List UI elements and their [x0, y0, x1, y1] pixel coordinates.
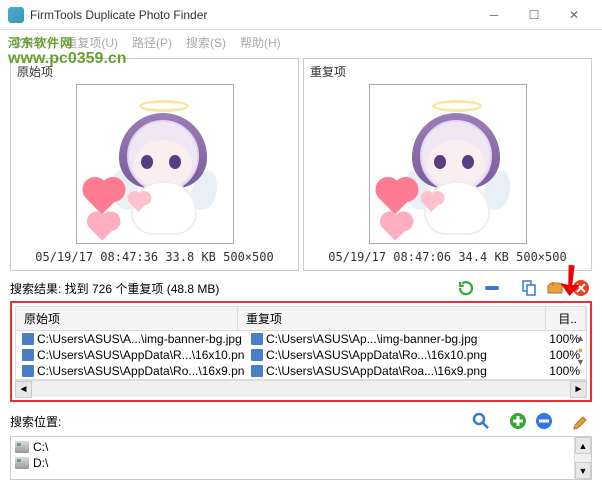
results-hscroll[interactable]: ◄ ►: [15, 380, 587, 397]
row-original: C:\Users\ASUS\A...\img-banner-bg.jpg: [37, 332, 245, 346]
duplicate-label: 重复项: [310, 63, 585, 80]
original-thumbnail[interactable]: [76, 84, 234, 244]
locations-vscroll[interactable]: ▲▼: [574, 437, 591, 479]
table-row[interactable]: C:\Users\ASUS\A...\img-banner-bg.jpgC:\U…: [16, 331, 586, 347]
file-icon: [251, 333, 263, 345]
drive-path: C:\: [33, 440, 48, 454]
search-button[interactable]: [470, 410, 492, 432]
maximize-button[interactable]: ☐: [514, 1, 554, 29]
duplicate-thumbnail[interactable]: [369, 84, 527, 244]
delete-button[interactable]: [570, 277, 592, 299]
file-icon: [22, 349, 34, 361]
window-title: FirmTools Duplicate Photo Finder: [30, 8, 474, 22]
row-duplicate: C:\Users\ASUS\Ap...\img-banner-bg.jpg: [245, 332, 546, 346]
menu-search[interactable]: 搜索(S): [180, 32, 232, 53]
menu-path[interactable]: 路径(P): [126, 32, 178, 53]
row-original: C:\Users\ASUS\AppData\R...\16x10.png: [37, 348, 245, 362]
table-row[interactable]: C:\Users\ASUS\AppData\R...\16x10.pngC:\U…: [16, 347, 586, 363]
duplicate-preview-panel: 重复项 05/19/17 08:47:06 34.4 KB 500×500: [303, 58, 592, 271]
close-button[interactable]: ✕: [554, 1, 594, 29]
file-icon: [251, 365, 263, 377]
table-row[interactable]: C:\Users\ASUS\AppData\Ro...\16x9.pngC:\U…: [16, 363, 586, 379]
row-duplicate: C:\Users\ASUS\AppData\Ro...\16x10.png: [245, 348, 546, 362]
refresh-button[interactable]: [455, 277, 477, 299]
results-toolbar: 搜索结果: 找到 726 个重复项 (48.8 MB): [0, 275, 602, 301]
scroll-left-button[interactable]: ◄: [15, 381, 32, 398]
edit-location-button[interactable]: [570, 410, 592, 432]
results-list[interactable]: ▲●▼ C:\Users\ASUS\A...\img-banner-bg.jpg…: [15, 331, 587, 380]
location-toolbar: 搜索位置:: [0, 408, 602, 434]
watermark-text: 河东软件网: [8, 36, 73, 50]
remove-dup-button[interactable]: [481, 277, 503, 299]
duplicate-meta: 05/19/17 08:47:06 34.4 KB 500×500: [310, 250, 585, 264]
menu-help[interactable]: 帮助(H): [234, 32, 287, 53]
app-icon: [8, 7, 24, 23]
col-match[interactable]: 目..: [546, 307, 586, 330]
col-duplicate[interactable]: 重复项: [238, 307, 546, 330]
drive-icon: [15, 441, 29, 453]
file-icon: [22, 333, 34, 345]
add-location-button[interactable]: [507, 410, 529, 432]
move-button[interactable]: [544, 277, 566, 299]
locations-list[interactable]: ▲▼ C:\ D:\: [10, 436, 592, 480]
watermark-url: www.pc0359.cn: [8, 50, 127, 68]
copy-button[interactable]: [518, 277, 540, 299]
results-vscroll[interactable]: ▲●▼: [575, 331, 586, 379]
results-header: 原始项 重复项 目..: [15, 306, 587, 331]
location-label: 搜索位置:: [10, 413, 61, 430]
drive-row[interactable]: D:\: [13, 455, 589, 471]
preview-row: 原始项 05/19/17 08:47:36 33.8 KB 500×500 重复…: [0, 54, 602, 275]
drive-icon: [15, 457, 29, 469]
remove-location-button[interactable]: [533, 410, 555, 432]
row-original: C:\Users\ASUS\AppData\Ro...\16x9.png: [37, 364, 245, 378]
watermark: 河东软件网 www.pc0359.cn: [8, 26, 127, 68]
results-panel: 原始项 重复项 目.. ▲●▼ C:\Users\ASUS\A...\img-b…: [10, 301, 592, 402]
scroll-right-button[interactable]: ►: [570, 381, 587, 398]
minimize-button[interactable]: ─: [474, 1, 514, 29]
original-preview-panel: 原始项 05/19/17 08:47:36 33.8 KB 500×500: [10, 58, 299, 271]
drive-path: D:\: [33, 456, 48, 470]
file-icon: [251, 349, 263, 361]
row-duplicate: C:\Users\ASUS\AppData\Roa...\16x9.png: [245, 364, 546, 378]
file-icon: [22, 365, 34, 377]
drive-row[interactable]: C:\: [13, 439, 589, 455]
original-meta: 05/19/17 08:47:36 33.8 KB 500×500: [17, 250, 292, 264]
results-summary: 搜索结果: 找到 726 个重复项 (48.8 MB): [10, 280, 451, 297]
col-original[interactable]: 原始项: [16, 307, 238, 330]
